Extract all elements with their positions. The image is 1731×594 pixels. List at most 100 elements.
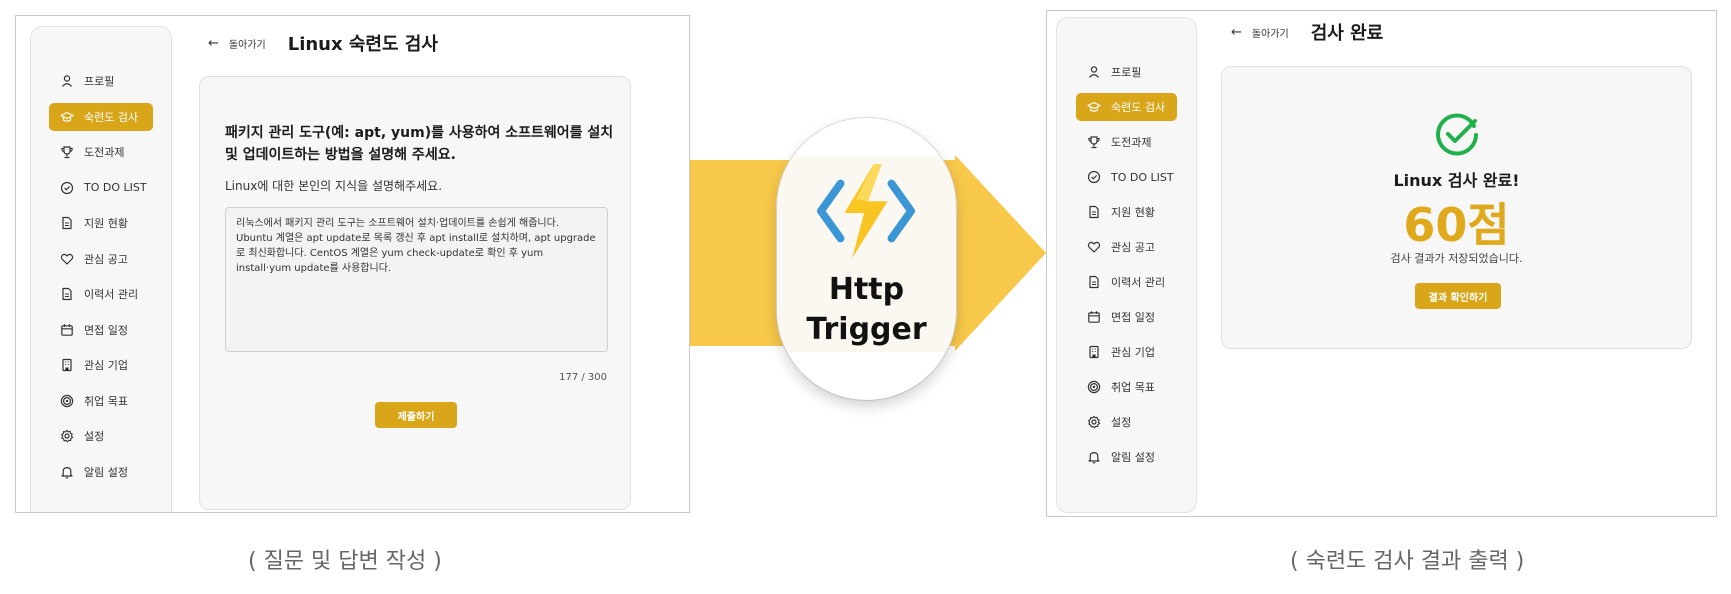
sidebar-item-도전과제[interactable]: 도전과제 — [1076, 128, 1177, 156]
sidebar-item-이력서-관리[interactable]: 이력서 관리 — [49, 280, 153, 308]
sidebar-item-label: TO DO LIST — [84, 181, 147, 194]
arrow-left-icon: ← — [1231, 24, 1242, 40]
sidebar-item-취업-목표[interactable]: 취업 목표 — [1076, 373, 1177, 401]
sidebar-item-label: 도전과제 — [1111, 136, 1152, 149]
sidebar-item-면접-일정[interactable]: 면접 일정 — [1076, 303, 1177, 331]
check-circle-icon — [60, 181, 74, 195]
sidebar-item-to-do-list[interactable]: TO DO LIST — [49, 174, 153, 202]
trigger-label-line2: Trigger — [806, 312, 927, 347]
user-icon — [60, 74, 74, 88]
sidebar-item-label: 관심 공고 — [84, 252, 128, 266]
bell-icon — [60, 465, 74, 479]
sidebar-item-label: 숙련도 검사 — [84, 110, 139, 124]
answer-guide: Linux에 대한 본인의 지식을 설명해주세요. — [225, 179, 443, 193]
sidebar-item-취업-목표[interactable]: 취업 목표 — [49, 387, 153, 415]
sidebar-item-label: 도전과제 — [84, 146, 125, 159]
question-card: 패키지 관리 도구(예: apt, yum)를 사용하여 소프트웨어를 설치 및… — [199, 76, 631, 510]
sidebar-item-label: 관심 기업 — [1111, 346, 1155, 359]
gear-icon — [1087, 415, 1101, 429]
graduation-cap-icon — [1087, 100, 1101, 114]
sidebar-item-label: 지원 현황 — [84, 217, 128, 230]
sidebar-item-label: 취업 목표 — [84, 394, 128, 408]
sidebar-item-알림-설정[interactable]: 알림 설정 — [49, 458, 153, 486]
sidebar-item-label: 지원 현황 — [1111, 206, 1155, 219]
trigger-label-line1: Http — [828, 272, 905, 307]
heart-icon — [60, 252, 74, 266]
sidebar-item-설정[interactable]: 설정 — [1076, 408, 1177, 436]
page-title: Linux 숙련도 검사 — [287, 34, 438, 55]
sidebar-item-to-do-list[interactable]: TO DO LIST — [1076, 163, 1177, 191]
sidebar-item-알림-설정[interactable]: 알림 설정 — [1076, 443, 1177, 471]
sidebar-item-프로필[interactable]: 프로필 — [49, 67, 153, 95]
sidebar-item-label: 알림 설정 — [84, 465, 128, 479]
back-button[interactable]: ← 돌아가기 — [1231, 25, 1289, 40]
answer-textarea[interactable]: 리눅스에서 패키지 관리 도구는 소프트웨어 설치·업데이트를 손쉽게 해줍니다… — [225, 207, 608, 352]
sidebar-item-label: 설정 — [1111, 416, 1132, 429]
sidebar-item-관심-공고[interactable]: 관심 공고 — [1076, 233, 1177, 261]
sidebar-item-도전과제[interactable]: 도전과제 — [49, 138, 153, 166]
header: ← 돌아가기 검사 완료 — [1231, 17, 1383, 47]
back-label: 돌아가기 — [1251, 28, 1289, 40]
heart-icon — [1087, 240, 1101, 254]
trigger-label: Http Trigger — [777, 270, 956, 350]
result-card: Linux 검사 완료! 60점 검사 결과가 저장되었습니다. 결과 확인하기 — [1221, 66, 1692, 349]
sidebar-item-이력서-관리[interactable]: 이력서 관리 — [1076, 268, 1177, 296]
header: ← 돌아가기 Linux 숙련도 검사 — [208, 28, 438, 58]
sidebar-item-label: 알림 설정 — [1111, 451, 1155, 464]
arrow-left-icon: ← — [208, 35, 219, 51]
azure-functions-lightning-icon — [817, 163, 915, 259]
result-title: Linux 검사 완료! — [1393, 171, 1520, 190]
gear-icon — [60, 429, 74, 443]
trophy-icon — [1087, 135, 1101, 149]
view-result-button[interactable]: 결과 확인하기 — [1415, 283, 1501, 309]
submit-button[interactable]: 제출하기 — [375, 402, 457, 428]
sidebar-item-label: 이력서 관리 — [84, 288, 139, 301]
target-icon — [1087, 380, 1101, 394]
question-screen: 프로필숙련도 검사도전과제 TO DO LIST 지원 현황관심 공고이력서 관리면… — [15, 15, 690, 513]
sidebar-item-숙련도-검사[interactable]: 숙련도 검사 — [49, 102, 153, 131]
http-trigger-badge: Http Trigger — [777, 118, 956, 400]
sidebar-item-label: 숙련도 검사 — [1111, 101, 1166, 114]
sidebar-item-label: 면접 일정 — [84, 323, 128, 337]
building-icon — [1087, 345, 1101, 359]
sidebar-item-설정[interactable]: 설정 — [49, 422, 153, 450]
caption-left: ( 질문 및 답변 작성 ) — [248, 549, 442, 574]
back-label: 돌아가기 — [228, 39, 266, 51]
question-text: 패키지 관리 도구(예: apt, yum)를 사용하여 소프트웨어를 설치 및… — [225, 125, 614, 163]
page-title: 검사 완료 — [1310, 23, 1384, 44]
check-circle-icon — [1087, 170, 1101, 184]
sidebar: 프로필숙련도 검사도전과제 TO DO LIST 지원 현황관심 공고이력서 관리면… — [1056, 17, 1197, 513]
result-screen: 프로필숙련도 검사도전과제 TO DO LIST 지원 현황관심 공고이력서 관리면… — [1046, 10, 1717, 517]
sidebar: 프로필숙련도 검사도전과제 TO DO LIST 지원 현황관심 공고이력서 관리면… — [30, 26, 172, 512]
sidebar-item-label: 설정 — [84, 430, 105, 443]
saved-message: 검사 결과가 저장되었습니다. — [1390, 252, 1523, 265]
target-icon — [60, 394, 74, 408]
calendar-icon — [1087, 310, 1101, 324]
sidebar-item-숙련도-검사[interactable]: 숙련도 검사 — [1076, 93, 1177, 121]
sidebar-item-label: 프로필 — [84, 75, 115, 88]
graduation-cap-icon — [60, 110, 74, 124]
char-counter: 177 / 300 — [559, 372, 607, 383]
sidebar-item-label: TO DO LIST — [1111, 170, 1174, 184]
sidebar-item-label: 이력서 관리 — [1111, 276, 1166, 289]
sidebar-item-관심-기업[interactable]: 관심 기업 — [1076, 338, 1177, 366]
document-icon — [60, 216, 74, 230]
sidebar-item-프로필[interactable]: 프로필 — [1076, 58, 1177, 86]
document-icon — [1087, 205, 1101, 219]
check-circle-icon — [1436, 113, 1478, 156]
sidebar-item-label: 관심 기업 — [84, 359, 128, 372]
trophy-icon — [60, 145, 74, 159]
sidebar-item-관심-기업[interactable]: 관심 기업 — [49, 351, 153, 379]
sidebar-item-지원-현황[interactable]: 지원 현황 — [49, 209, 153, 237]
document-icon — [1087, 275, 1101, 289]
sidebar-item-면접-일정[interactable]: 면접 일정 — [49, 316, 153, 344]
caption-right: ( 숙련도 검사 결과 출력 ) — [1290, 549, 1525, 574]
calendar-icon — [60, 323, 74, 337]
sidebar-item-label: 관심 공고 — [1111, 241, 1155, 254]
back-button[interactable]: ← 돌아가기 — [208, 36, 266, 51]
user-icon — [1087, 65, 1101, 79]
sidebar-item-관심-공고[interactable]: 관심 공고 — [49, 245, 153, 273]
building-icon — [60, 358, 74, 372]
sidebar-item-label: 면접 일정 — [1111, 311, 1155, 324]
sidebar-item-지원-현황[interactable]: 지원 현황 — [1076, 198, 1177, 226]
